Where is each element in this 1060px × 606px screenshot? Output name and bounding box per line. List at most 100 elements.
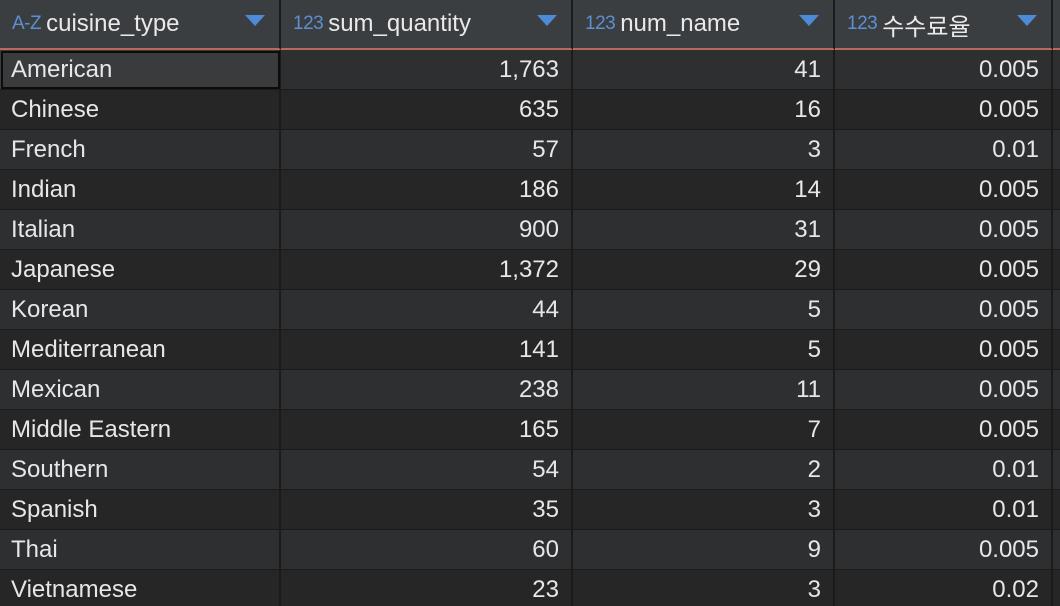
table-row[interactable]: Spanish 35 3 0.01 xyxy=(0,490,1060,530)
cell-cuisine-type[interactable]: Middle Eastern xyxy=(0,410,281,450)
cell-fee-rate[interactable]: 0.01 xyxy=(835,490,1053,530)
cell-fee-rate[interactable]: 0.005 xyxy=(835,170,1053,210)
row-gutter xyxy=(1053,410,1060,450)
numeric-type-icon: 123 xyxy=(847,13,878,34)
column-header-label: cuisine_type xyxy=(46,10,180,37)
cell-fee-rate[interactable]: 0.01 xyxy=(835,130,1053,170)
cell-num-name[interactable]: 3 xyxy=(573,490,835,530)
cell-num-name[interactable]: 5 xyxy=(573,290,835,330)
column-header-row: A-Z cuisine_type 123 sum_quantity 123 nu… xyxy=(0,0,1060,50)
column-header-cuisine-type[interactable]: A-Z cuisine_type xyxy=(0,0,281,50)
table-row[interactable]: French 57 3 0.01 xyxy=(0,130,1060,170)
cell-fee-rate[interactable]: 0.005 xyxy=(835,210,1053,250)
cell-cuisine-type[interactable]: French xyxy=(0,130,281,170)
cell-sum-quantity[interactable]: 141 xyxy=(281,330,573,370)
table-row[interactable]: Mexican 238 11 0.005 xyxy=(0,370,1060,410)
column-header-sum-quantity[interactable]: 123 sum_quantity xyxy=(281,0,573,50)
table-row[interactable]: Thai 60 9 0.005 xyxy=(0,530,1060,570)
cell-sum-quantity[interactable]: 238 xyxy=(281,370,573,410)
cell-fee-rate[interactable]: 0.005 xyxy=(835,50,1053,90)
row-gutter xyxy=(1053,170,1060,210)
cell-sum-quantity[interactable]: 1,763 xyxy=(281,50,573,90)
cell-num-name[interactable]: 2 xyxy=(573,450,835,490)
sort-dropdown-icon[interactable] xyxy=(799,15,819,26)
row-gutter xyxy=(1053,250,1060,290)
cell-cuisine-type[interactable]: Italian xyxy=(0,210,281,250)
cell-sum-quantity[interactable]: 44 xyxy=(281,290,573,330)
row-gutter xyxy=(1053,370,1060,410)
cell-num-name[interactable]: 9 xyxy=(573,530,835,570)
cell-sum-quantity[interactable]: 57 xyxy=(281,130,573,170)
cell-fee-rate[interactable]: 0.005 xyxy=(835,290,1053,330)
cell-fee-rate[interactable]: 0.01 xyxy=(835,450,1053,490)
cell-num-name[interactable]: 5 xyxy=(573,330,835,370)
table-row[interactable]: American 1,763 41 0.005 xyxy=(0,50,1060,90)
row-gutter xyxy=(1053,210,1060,250)
cell-sum-quantity[interactable]: 186 xyxy=(281,170,573,210)
cell-cuisine-type[interactable]: Korean xyxy=(0,290,281,330)
cell-fee-rate[interactable]: 0.005 xyxy=(835,250,1053,290)
column-header-fee-rate[interactable]: 123 수수료율 xyxy=(835,0,1053,50)
table-row[interactable]: Korean 44 5 0.005 xyxy=(0,290,1060,330)
table-row[interactable]: Middle Eastern 165 7 0.005 xyxy=(0,410,1060,450)
cell-num-name[interactable]: 14 xyxy=(573,170,835,210)
cell-sum-quantity[interactable]: 165 xyxy=(281,410,573,450)
table-row[interactable]: Mediterranean 141 5 0.005 xyxy=(0,330,1060,370)
row-gutter xyxy=(1053,50,1060,90)
cell-sum-quantity[interactable]: 900 xyxy=(281,210,573,250)
result-grid: A-Z cuisine_type 123 sum_quantity 123 nu… xyxy=(0,0,1060,606)
row-gutter xyxy=(1053,450,1060,490)
cell-num-name[interactable]: 3 xyxy=(573,570,835,606)
cell-cuisine-type[interactable]: Vietnamese xyxy=(0,570,281,606)
sort-dropdown-icon[interactable] xyxy=(245,15,265,26)
sort-dropdown-icon[interactable] xyxy=(1017,15,1037,26)
table-row[interactable]: Indian 186 14 0.005 xyxy=(0,170,1060,210)
cell-num-name[interactable]: 7 xyxy=(573,410,835,450)
cell-fee-rate[interactable]: 0.005 xyxy=(835,410,1053,450)
cell-cuisine-type[interactable]: Mediterranean xyxy=(0,330,281,370)
table-row[interactable]: Italian 900 31 0.005 xyxy=(0,210,1060,250)
cell-num-name[interactable]: 16 xyxy=(573,90,835,130)
cell-sum-quantity[interactable]: 23 xyxy=(281,570,573,606)
cell-num-name[interactable]: 29 xyxy=(573,250,835,290)
cell-sum-quantity[interactable]: 35 xyxy=(281,490,573,530)
table-row[interactable]: Japanese 1,372 29 0.005 xyxy=(0,250,1060,290)
row-gutter xyxy=(1053,90,1060,130)
row-gutter xyxy=(1053,130,1060,170)
numeric-type-icon: 123 xyxy=(293,13,324,34)
column-header-num-name[interactable]: 123 num_name xyxy=(573,0,835,50)
cell-fee-rate[interactable]: 0.005 xyxy=(835,370,1053,410)
sort-dropdown-icon[interactable] xyxy=(537,15,557,26)
row-gutter xyxy=(1053,330,1060,370)
cell-cuisine-type[interactable]: Thai xyxy=(0,530,281,570)
cell-cuisine-type[interactable]: American xyxy=(0,50,281,90)
cell-fee-rate[interactable]: 0.02 xyxy=(835,570,1053,606)
cell-cuisine-type[interactable]: Mexican xyxy=(0,370,281,410)
text-type-icon: A-Z xyxy=(12,13,42,34)
cell-num-name[interactable]: 41 xyxy=(573,50,835,90)
column-header-label: num_name xyxy=(620,10,741,37)
cell-sum-quantity[interactable]: 1,372 xyxy=(281,250,573,290)
cell-num-name[interactable]: 31 xyxy=(573,210,835,250)
cell-cuisine-type[interactable]: Southern xyxy=(0,450,281,490)
numeric-type-icon: 123 xyxy=(585,13,616,34)
cell-sum-quantity[interactable]: 60 xyxy=(281,530,573,570)
cell-cuisine-type[interactable]: Japanese xyxy=(0,250,281,290)
cell-fee-rate[interactable]: 0.005 xyxy=(835,90,1053,130)
cell-cuisine-type[interactable]: Indian xyxy=(0,170,281,210)
cell-sum-quantity[interactable]: 54 xyxy=(281,450,573,490)
column-header-label: sum_quantity xyxy=(328,10,471,37)
cell-num-name[interactable]: 11 xyxy=(573,370,835,410)
cell-cuisine-type[interactable]: Spanish xyxy=(0,490,281,530)
table-row[interactable]: Chinese 635 16 0.005 xyxy=(0,90,1060,130)
row-gutter xyxy=(1053,490,1060,530)
cell-fee-rate[interactable]: 0.005 xyxy=(835,330,1053,370)
cell-fee-rate[interactable]: 0.005 xyxy=(835,530,1053,570)
header-gutter xyxy=(1053,0,1060,50)
cell-cuisine-type[interactable]: Chinese xyxy=(0,90,281,130)
table-row[interactable]: Vietnamese 23 3 0.02 xyxy=(0,570,1060,606)
cell-num-name[interactable]: 3 xyxy=(573,130,835,170)
table-row[interactable]: Southern 54 2 0.01 xyxy=(0,450,1060,490)
cell-sum-quantity[interactable]: 635 xyxy=(281,90,573,130)
row-gutter xyxy=(1053,290,1060,330)
